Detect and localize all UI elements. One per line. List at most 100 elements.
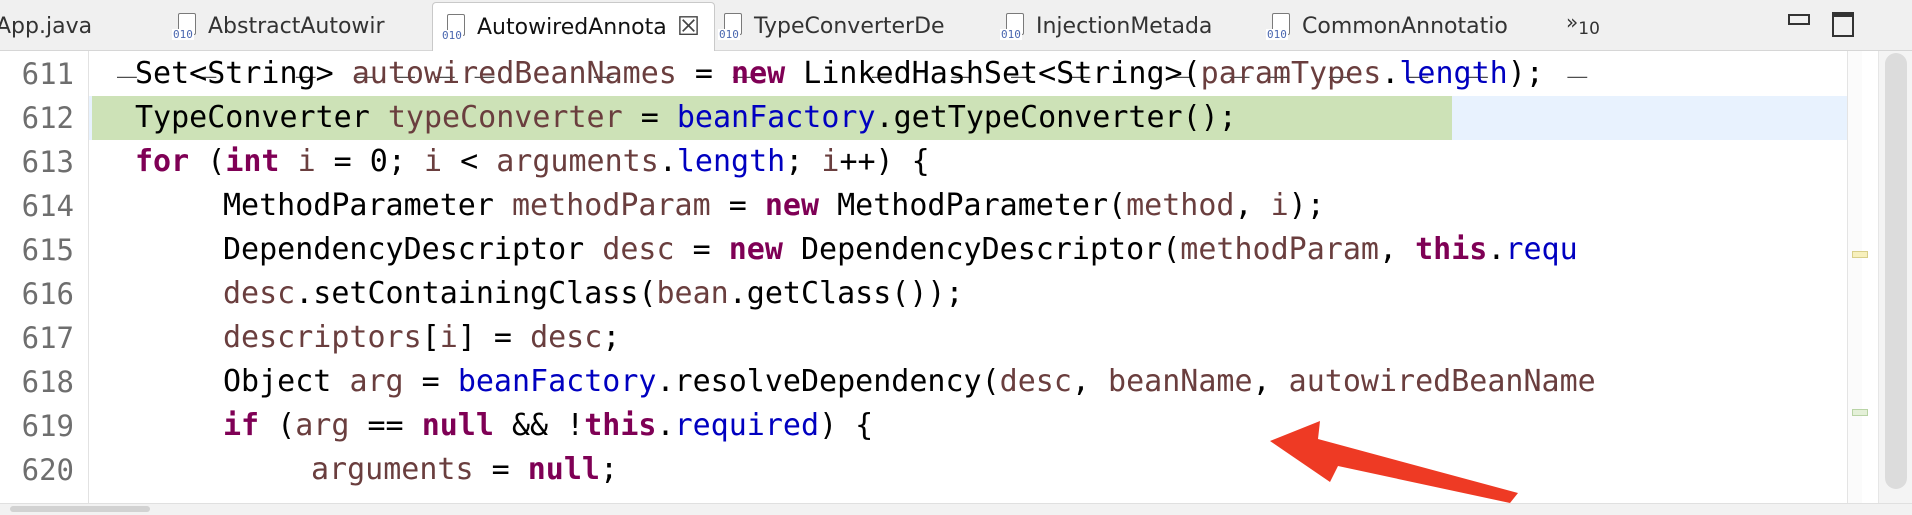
variable-token: desc [999, 364, 1072, 399]
tab-autowired-annotation[interactable]: 010 AutowiredAnnota ☒ [432, 2, 716, 51]
variable-token: arg [295, 408, 350, 443]
horizontal-scrollbar-thumb[interactable] [10, 506, 150, 512]
code-token: = [403, 364, 458, 399]
code-token: MethodParameter [223, 188, 512, 223]
code-token: .getTypeConverter(); [875, 100, 1237, 135]
variable-token: paramTypes [1200, 56, 1382, 91]
code-line[interactable]: for (int i = 0; i < arguments.length; i+… [89, 140, 1847, 184]
overview-ruler-marker[interactable] [1852, 409, 1868, 416]
code-token: LinkedHashSet<String>( [785, 56, 1201, 91]
keyword-token: new [728, 232, 783, 267]
code-token: ); [1507, 56, 1544, 91]
code-token: = [710, 188, 765, 223]
code-area[interactable]: _ _ _ _ _ _ _ _ _ _ _ _ _ _ _ _ _ _ _ _ … [89, 51, 1847, 514]
code-text: for (int i = 0; i < arguments.length; i+… [89, 144, 930, 179]
code-token: .setContainingClass( [295, 276, 657, 311]
code-token: Object [223, 364, 350, 399]
keyword-token: for [135, 144, 190, 179]
variable-token: methodParam [511, 188, 711, 223]
class-file-icon: 010 [441, 13, 467, 41]
line-number: 616 [21, 277, 74, 311]
variable-token: arguments [496, 144, 659, 179]
overflow-chevron-icon: » [1566, 10, 1579, 34]
tab-label: App.java [0, 13, 93, 39]
keyword-token: new [731, 56, 786, 91]
line-number: 613 [21, 145, 74, 179]
vertical-scrollbar[interactable] [1878, 51, 1912, 514]
tab-abstract-autowire[interactable]: 010 AbstractAutowir [172, 6, 385, 46]
code-text: DependencyDescriptor desc = new Dependen… [89, 232, 1578, 267]
code-token: ) { [819, 408, 874, 443]
close-tab-icon[interactable]: ☒ [677, 14, 700, 40]
keyword-token: new [764, 188, 820, 223]
tab-label: AutowiredAnnota [477, 14, 667, 40]
code-line[interactable]: if (arg == null && !this.required) { [89, 404, 1847, 448]
code-line[interactable]: Set<String> autowiredBeanNames = new Lin… [89, 52, 1847, 96]
code-token: = [674, 232, 729, 267]
tab-injection-metadata[interactable]: 010 InjectionMetada [1000, 6, 1212, 46]
code-line[interactable]: TypeConverter typeConverter = beanFactor… [89, 96, 1847, 140]
code-token: Set<String> [135, 56, 352, 91]
minimize-icon[interactable] [1788, 14, 1810, 25]
code-token: . [1381, 56, 1400, 91]
code-line[interactable]: desc.setContainingClass(bean.getClass())… [89, 272, 1847, 316]
line-number: 615 [21, 233, 74, 267]
code-token: [ [421, 320, 440, 355]
variable-token: i [1270, 188, 1289, 223]
variable-token: descriptors [223, 320, 422, 355]
variable-token: method [1126, 188, 1235, 223]
code-token: ); [1288, 188, 1325, 223]
code-token: = [473, 452, 528, 487]
tab-label: CommonAnnotatio [1302, 13, 1508, 39]
tab-app-java[interactable]: App.java [0, 6, 92, 46]
code-line[interactable]: Object arg = beanFactory.resolveDependen… [89, 360, 1847, 404]
code-token: ( [259, 408, 296, 443]
code-token: < [442, 144, 497, 179]
variable-token: methodParam [1180, 232, 1379, 267]
code-token: = [676, 56, 732, 91]
horizontal-scrollbar[interactable] [0, 503, 1912, 515]
keyword-token: if [223, 408, 260, 443]
code-token: ( [189, 144, 226, 179]
code-token: TypeConverter [135, 100, 388, 135]
maximize-icon[interactable] [1832, 12, 1854, 37]
variable-token: desc [223, 276, 296, 311]
class-file-icon: 010 [1000, 12, 1026, 40]
tab-label: AbstractAutowir [208, 13, 385, 39]
vertical-scrollbar-thumb[interactable] [1885, 53, 1907, 489]
code-text: Object arg = beanFactory.resolveDependen… [89, 364, 1596, 399]
field-token: requ [1505, 232, 1578, 267]
class-file-icon: 010 [1266, 12, 1292, 40]
code-token: = 0; [315, 144, 424, 179]
line-number: 619 [21, 409, 74, 443]
tab-label: TypeConverterDe [754, 13, 945, 39]
code-token: = [622, 100, 677, 135]
line-number-gutter: 611 612 613 614 615 616 617 618 619 620 [0, 51, 89, 514]
code-token: ] = [457, 320, 531, 355]
code-token: .resolveDependency( [656, 364, 1000, 399]
variable-token: i [424, 144, 443, 179]
tab-overflow-button[interactable]: »10 [1566, 10, 1600, 39]
overview-ruler[interactable] [1847, 51, 1862, 514]
code-line[interactable]: DependencyDescriptor desc = new Dependen… [89, 228, 1847, 272]
code-token: && ! [493, 408, 585, 443]
variable-token: desc [530, 320, 603, 355]
code-editor[interactable]: 611 612 613 614 615 616 617 618 619 620 _ _ _ _ _… [0, 51, 1912, 514]
line-number: 620 [21, 453, 74, 487]
field-token: length [1399, 56, 1508, 91]
code-token: ; [602, 320, 621, 355]
code-line[interactable]: MethodParameter methodParam = new Method… [89, 184, 1847, 228]
code-line[interactable]: descriptors[i] = desc; [89, 316, 1847, 360]
field-token: required [674, 408, 820, 443]
code-line[interactable]: arguments = null; [89, 448, 1847, 492]
code-token: , [1252, 364, 1289, 399]
tab-common-annotation[interactable]: 010 CommonAnnotatio [1266, 6, 1508, 46]
variable-token: i [821, 144, 840, 179]
tab-type-converter[interactable]: 010 TypeConverterDe [718, 6, 945, 46]
variable-token: i [439, 320, 458, 355]
code-text: TypeConverter typeConverter = beanFactor… [89, 100, 1237, 135]
code-token: MethodParameter( [819, 188, 1127, 223]
code-token: == [349, 408, 422, 443]
overview-ruler-marker[interactable] [1852, 251, 1868, 258]
